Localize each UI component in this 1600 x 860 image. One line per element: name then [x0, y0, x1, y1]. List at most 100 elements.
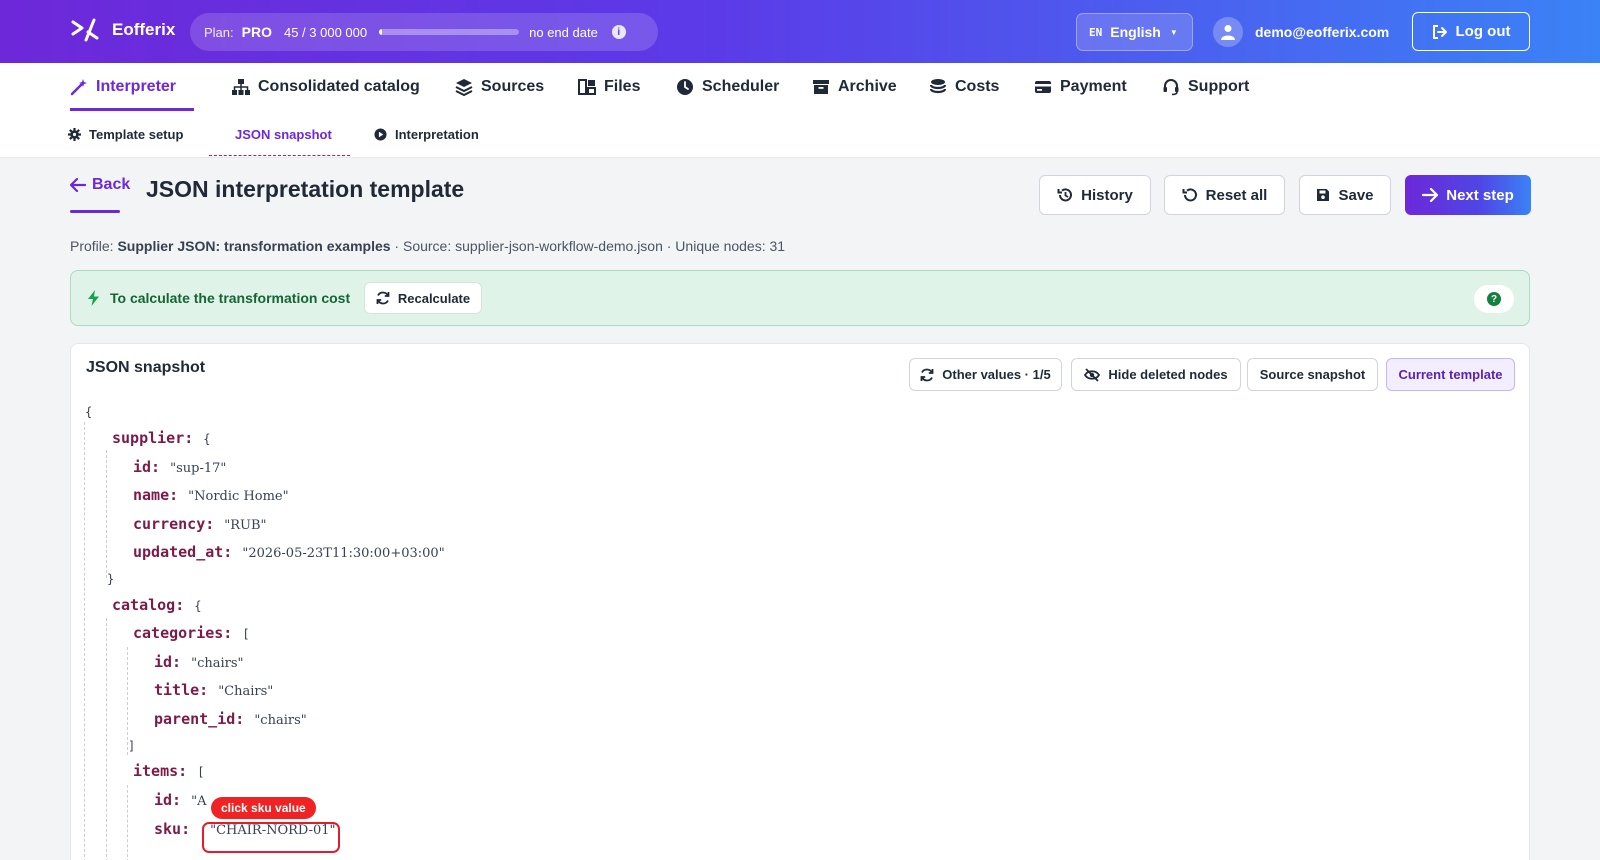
nav-item-consolidated-catalog[interactable]: Consolidated catalog: [232, 63, 420, 111]
json-brace: {: [85, 405, 93, 419]
json-line: catalog: {: [112, 596, 201, 614]
json-line: id: "A: [154, 791, 206, 809]
json-key[interactable]: items:: [133, 762, 187, 780]
nav-item-files[interactable]: Files: [578, 63, 640, 111]
tab-json-snapshot[interactable]: JSON snapshot: [209, 111, 350, 158]
reset-all-button[interactable]: Reset all: [1164, 175, 1285, 215]
nav-item-support[interactable]: Support: [1162, 63, 1249, 111]
user-email: demo@eofferix.com: [1255, 24, 1390, 40]
clock-icon: [677, 79, 693, 95]
json-key[interactable]: currency:: [133, 515, 214, 533]
nav-item-label: Sources: [481, 78, 545, 95]
logout-label: Log out: [1455, 23, 1511, 40]
hide-deleted-nodes-button[interactable]: Hide deleted nodes: [1071, 358, 1241, 391]
floppy-icon: [1317, 189, 1330, 201]
current-template-label: Current template: [1398, 367, 1503, 382]
cost-banner-text: To calculate the transformation cost: [110, 290, 351, 306]
nav-item-archive[interactable]: Archive: [812, 63, 897, 111]
plan-usage-count: 45 / 3 000 000: [283, 24, 368, 40]
json-value[interactable]: "RUB": [224, 518, 266, 533]
history-button[interactable]: History: [1039, 175, 1151, 215]
json-key[interactable]: title:: [154, 681, 208, 699]
logout-button[interactable]: Log out: [1412, 12, 1530, 51]
plan-label: Plan:: [204, 24, 234, 40]
back-link[interactable]: Back: [70, 176, 130, 194]
plan-usage-bar: [379, 29, 520, 35]
json-key[interactable]: parent_id:: [154, 710, 244, 728]
json-key[interactable]: supplier:: [112, 429, 193, 447]
json-key[interactable]: sku:: [154, 820, 190, 838]
tab-interpretation[interactable]: Interpretation: [374, 111, 479, 158]
nav-item-scheduler[interactable]: Scheduler: [676, 63, 779, 111]
card-icon: [1035, 81, 1051, 93]
profile-name: Supplier JSON: transformation examples: [117, 238, 391, 254]
arrow-right-icon: [1422, 188, 1439, 202]
other-values-button[interactable]: Other values · 1/5: [909, 358, 1062, 391]
nav-item-label: Payment: [1060, 78, 1127, 95]
sitemap-icon: [232, 79, 250, 95]
cost-banner: To calculate the transformation cost Rec…: [70, 270, 1530, 326]
json-key[interactable]: updated_at:: [133, 543, 232, 561]
json-value[interactable]: "chairs": [191, 656, 243, 671]
json-value[interactable]: "A: [191, 794, 206, 809]
language-select[interactable]: EN English ▼: [1076, 13, 1193, 51]
tab-label: Template setup: [89, 127, 184, 142]
save-button[interactable]: Save: [1299, 175, 1391, 215]
json-brace: [: [242, 627, 250, 641]
json-key[interactable]: catalog:: [112, 596, 184, 614]
help-button[interactable]: ?: [1474, 285, 1514, 313]
json-key[interactable]: id:: [133, 458, 160, 476]
history-icon: [1057, 188, 1073, 202]
json-brace: {: [194, 599, 202, 613]
info-icon[interactable]: i: [611, 25, 626, 39]
nav-item-interpreter[interactable]: Interpreter: [70, 63, 195, 111]
help-icon: ?: [1487, 292, 1501, 306]
json-snapshot-panel: JSON snapshot Other values · 1/5 Hide de…: [70, 343, 1530, 860]
json-key[interactable]: categories:: [133, 624, 232, 642]
json-line: parent_id: "chairs": [154, 710, 307, 728]
nav-item-sources[interactable]: Sources: [455, 63, 544, 111]
back-label: Back: [92, 176, 131, 193]
click-hint-tooltip: click sku value: [211, 797, 316, 819]
current-template-button[interactable]: Current template: [1386, 358, 1515, 391]
source-snapshot-button[interactable]: Source snapshot: [1247, 358, 1378, 391]
json-key[interactable]: name:: [133, 486, 178, 504]
json-value[interactable]: "2026-05-23T11:30:00+03:00": [242, 546, 444, 561]
brand-name: Eofferix: [112, 20, 176, 39]
headset-icon: [1163, 79, 1179, 96]
json-brace: }: [107, 572, 115, 586]
history-label: History: [1081, 186, 1133, 204]
json-line: {: [85, 404, 92, 419]
tab-label: JSON snapshot: [235, 127, 332, 142]
json-line: items: [: [133, 762, 204, 780]
nav-item-payment[interactable]: Payment: [1034, 63, 1127, 111]
undo-icon: [1182, 188, 1197, 202]
user-avatar-icon: [1213, 17, 1243, 47]
json-line: id: "chairs": [154, 653, 244, 671]
logout-icon: [1432, 24, 1447, 39]
nav-item-costs[interactable]: Costs: [929, 63, 999, 111]
json-key[interactable]: id:: [154, 653, 181, 671]
json-value[interactable]: "chairs": [254, 713, 306, 728]
tab-template-setup[interactable]: Template setup: [68, 111, 183, 158]
language-name: English: [1110, 24, 1161, 40]
gear-icon: [68, 128, 81, 141]
bolt-icon: [88, 290, 99, 306]
json-line: currency: "RUB": [133, 515, 267, 533]
json-line: }: [107, 571, 114, 586]
json-value[interactable]: "Chairs": [218, 684, 273, 699]
json-brace: {: [203, 432, 211, 446]
json-line: updated_at: "2026-05-23T11:30:00+03:00": [133, 543, 445, 561]
tree-guide: [106, 450, 107, 578]
nav-item-label: Archive: [838, 78, 897, 95]
recalculate-button[interactable]: Recalculate: [364, 282, 482, 314]
brand-logo[interactable]: Eofferix: [70, 18, 175, 42]
play-circle-icon: [374, 128, 387, 141]
json-value[interactable]: "sup-17": [170, 461, 226, 476]
json-value[interactable]: "Nordic Home": [188, 489, 288, 504]
user-menu[interactable]: demo@eofferix.com: [1213, 17, 1389, 47]
next-step-button[interactable]: Next step: [1405, 175, 1531, 215]
magic-wand-icon: [70, 79, 87, 96]
json-key[interactable]: id:: [154, 791, 181, 809]
json-line: supplier: {: [112, 429, 211, 447]
